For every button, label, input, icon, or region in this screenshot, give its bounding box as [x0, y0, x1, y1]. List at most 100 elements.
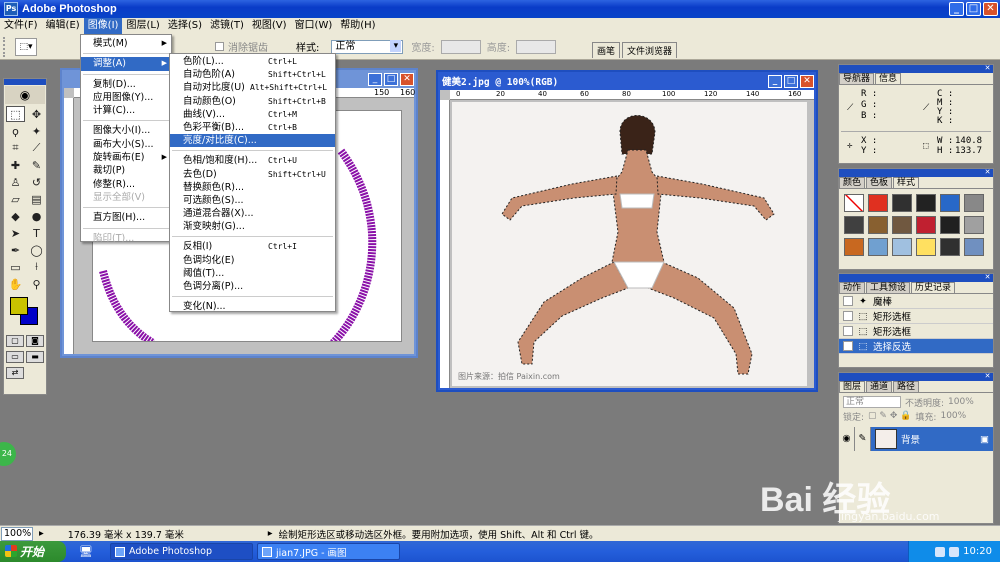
brush-link-icon[interactable]: ✎	[855, 427, 871, 451]
close-icon[interactable]: ✕	[983, 372, 992, 380]
style-swatch[interactable]	[844, 194, 864, 212]
task-photoshop[interactable]: Adobe Photoshop	[110, 543, 253, 560]
tab-history[interactable]: 历史记录	[911, 282, 956, 293]
minimize-button[interactable]: _	[949, 2, 964, 16]
tab-actions[interactable]: 动作	[839, 282, 866, 293]
volume-icon[interactable]	[949, 546, 960, 557]
brush-tool-icon[interactable]: ✎	[27, 157, 46, 173]
tab-layers[interactable]: 图层	[839, 381, 866, 392]
menu-item-hue-saturation[interactable]: 色相/饱和度(H)... Ctrl+U	[170, 154, 335, 167]
width-field[interactable]	[440, 39, 481, 54]
opacity-value[interactable]: 100%	[948, 397, 974, 407]
style-swatch[interactable]	[964, 216, 984, 234]
standard-mode-icon[interactable]: ▢	[6, 335, 24, 347]
tab-color[interactable]: 颜色	[839, 177, 866, 188]
menu-view[interactable]: 视图(V)	[248, 18, 291, 34]
menu-item-duplicate[interactable]: 复制(D)...	[81, 78, 171, 91]
tab-paths[interactable]: 路径	[893, 381, 920, 392]
hand-tool-icon[interactable]: ✋	[6, 276, 25, 292]
status-arrow-icon[interactable]: ▸	[39, 528, 44, 539]
menu-item-threshold[interactable]: 阈值(T)...	[170, 267, 335, 280]
menu-image[interactable]: 图像(I)	[83, 18, 123, 34]
crop-tool-icon[interactable]: ⌗	[6, 140, 25, 156]
gradient-tool-icon[interactable]: ▤	[27, 191, 46, 207]
tool-preset-picker[interactable]: ⬚▾	[15, 37, 37, 56]
menu-item-calculations[interactable]: 计算(C)...	[81, 104, 171, 117]
tab-info[interactable]: 信息	[875, 73, 902, 84]
quicklaunch-icon[interactable]: 🖥	[66, 541, 106, 562]
menu-item-desaturate[interactable]: 去色(D) Shift+Ctrl+U	[170, 168, 335, 181]
close-icon[interactable]: ✕	[983, 168, 992, 176]
menu-file[interactable]: 文件(F)	[0, 18, 42, 34]
tab-swatches[interactable]: 色板	[866, 177, 893, 188]
doc1-minimize-button[interactable]: _	[368, 72, 382, 86]
menu-item-equalize[interactable]: 色调均化(E)	[170, 254, 335, 267]
start-button[interactable]: 开始	[0, 541, 66, 562]
zoom-tool-icon[interactable]: ⚲	[27, 276, 46, 292]
lock-icons[interactable]: ▢ ✎ ✥ 🔒	[868, 411, 911, 421]
tab-navigator[interactable]: 导航器	[839, 73, 875, 84]
style-swatch[interactable]	[868, 238, 888, 256]
history-brush-icon[interactable]: ↺	[27, 174, 46, 190]
history-checkbox[interactable]	[843, 326, 853, 336]
fullscreen-mode-icon[interactable]: ▬	[26, 351, 44, 363]
history-row[interactable]: ✦ 魔棒	[839, 294, 993, 309]
menu-item-adjust[interactable]: 调整(A) ▶	[81, 57, 171, 71]
foreground-color[interactable]	[10, 297, 28, 315]
task-paint[interactable]: jian7.JPG - 画图	[257, 543, 400, 560]
info-palette-header[interactable]: ✕	[839, 64, 993, 73]
doc1-close-button[interactable]: ✕	[400, 72, 414, 86]
menu-item-apply-image[interactable]: 应用图像(Y)...	[81, 91, 171, 104]
menu-item-auto-contrast[interactable]: 自动对比度(U) Alt+Shift+Ctrl+L	[170, 81, 335, 94]
menu-item-curves[interactable]: 曲线(V)... Ctrl+M	[170, 108, 335, 121]
style-swatch[interactable]	[868, 194, 888, 212]
dodge-tool-icon[interactable]: ●	[27, 208, 46, 224]
screen-mode-icon[interactable]: ▭	[6, 351, 24, 363]
style-swatch[interactable]	[892, 194, 912, 212]
style-swatch[interactable]	[844, 238, 864, 256]
tab-styles[interactable]: 样式	[893, 177, 920, 188]
tab-channels[interactable]: 通道	[866, 381, 893, 392]
tab-file-browser[interactable]: 文件浏览器	[622, 42, 678, 58]
quickmask-mode-icon[interactable]: ◙	[26, 335, 44, 347]
menu-item-channel-mixer[interactable]: 通道混合器(X)...	[170, 207, 335, 220]
style-swatch[interactable]	[964, 238, 984, 256]
style-swatch[interactable]	[916, 238, 936, 256]
magic-wand-tool-icon[interactable]: ✦	[27, 123, 46, 139]
shape-tool-icon[interactable]: ◯	[27, 242, 46, 258]
tab-tool-presets[interactable]: 工具预设	[866, 282, 911, 293]
menu-item-image-size[interactable]: 图像大小(I)...	[81, 124, 171, 137]
menu-item-gradient-map[interactable]: 渐变映射(G)...	[170, 220, 335, 233]
style-swatch[interactable]	[892, 216, 912, 234]
doc2-minimize-button[interactable]: _	[768, 74, 782, 88]
style-swatch[interactable]	[940, 216, 960, 234]
menu-item-canvas-size[interactable]: 画布大小(S)...	[81, 138, 171, 151]
menu-item-crop[interactable]: 裁切(P)	[81, 164, 171, 177]
document-window-2[interactable]: 健美2.jpg @ 100%(RGB) _ □ ✕ 0 20 40 60 80 …	[436, 70, 818, 392]
menu-item-replace-color[interactable]: 替换颜色(R)...	[170, 181, 335, 194]
menu-item-selective-color[interactable]: 可选颜色(S)...	[170, 194, 335, 207]
pen-tool-icon[interactable]: ✒	[6, 242, 25, 258]
eraser-tool-icon[interactable]: ▱	[6, 191, 25, 207]
style-swatch[interactable]	[916, 216, 936, 234]
doc2-close-button[interactable]: ✕	[800, 74, 814, 88]
swatches-palette-header[interactable]: ✕	[839, 168, 993, 177]
history-checkbox[interactable]	[843, 341, 853, 351]
zoom-field[interactable]: 100%	[1, 526, 33, 541]
doc2-canvas[interactable]: 图片来源：拍信 Paixin.com	[452, 102, 807, 386]
menu-filter[interactable]: 滤镜(T)	[206, 18, 248, 34]
menu-item-histogram[interactable]: 直方图(H)...	[81, 211, 171, 224]
close-button[interactable]: ✕	[983, 2, 998, 16]
toolbox-header[interactable]	[4, 79, 46, 85]
menu-item-invert[interactable]: 反相(I) Ctrl+I	[170, 240, 335, 253]
fill-value[interactable]: 100%	[940, 411, 966, 421]
doc2-maximize-button[interactable]: □	[784, 74, 798, 88]
eyedropper-tool-icon[interactable]: ⟊	[27, 259, 46, 275]
move-tool-icon[interactable]: ✥	[27, 106, 46, 122]
menu-item-auto-levels[interactable]: 自动色阶(A) Shift+Ctrl+L	[170, 68, 335, 81]
menu-item-variations[interactable]: 变化(N)...	[170, 300, 335, 313]
menu-item-brightness-contrast[interactable]: 亮度/对比度(C)...	[170, 134, 335, 148]
style-swatch[interactable]	[940, 194, 960, 212]
eye-icon[interactable]: ◉	[839, 427, 855, 451]
history-checkbox[interactable]	[843, 296, 853, 306]
